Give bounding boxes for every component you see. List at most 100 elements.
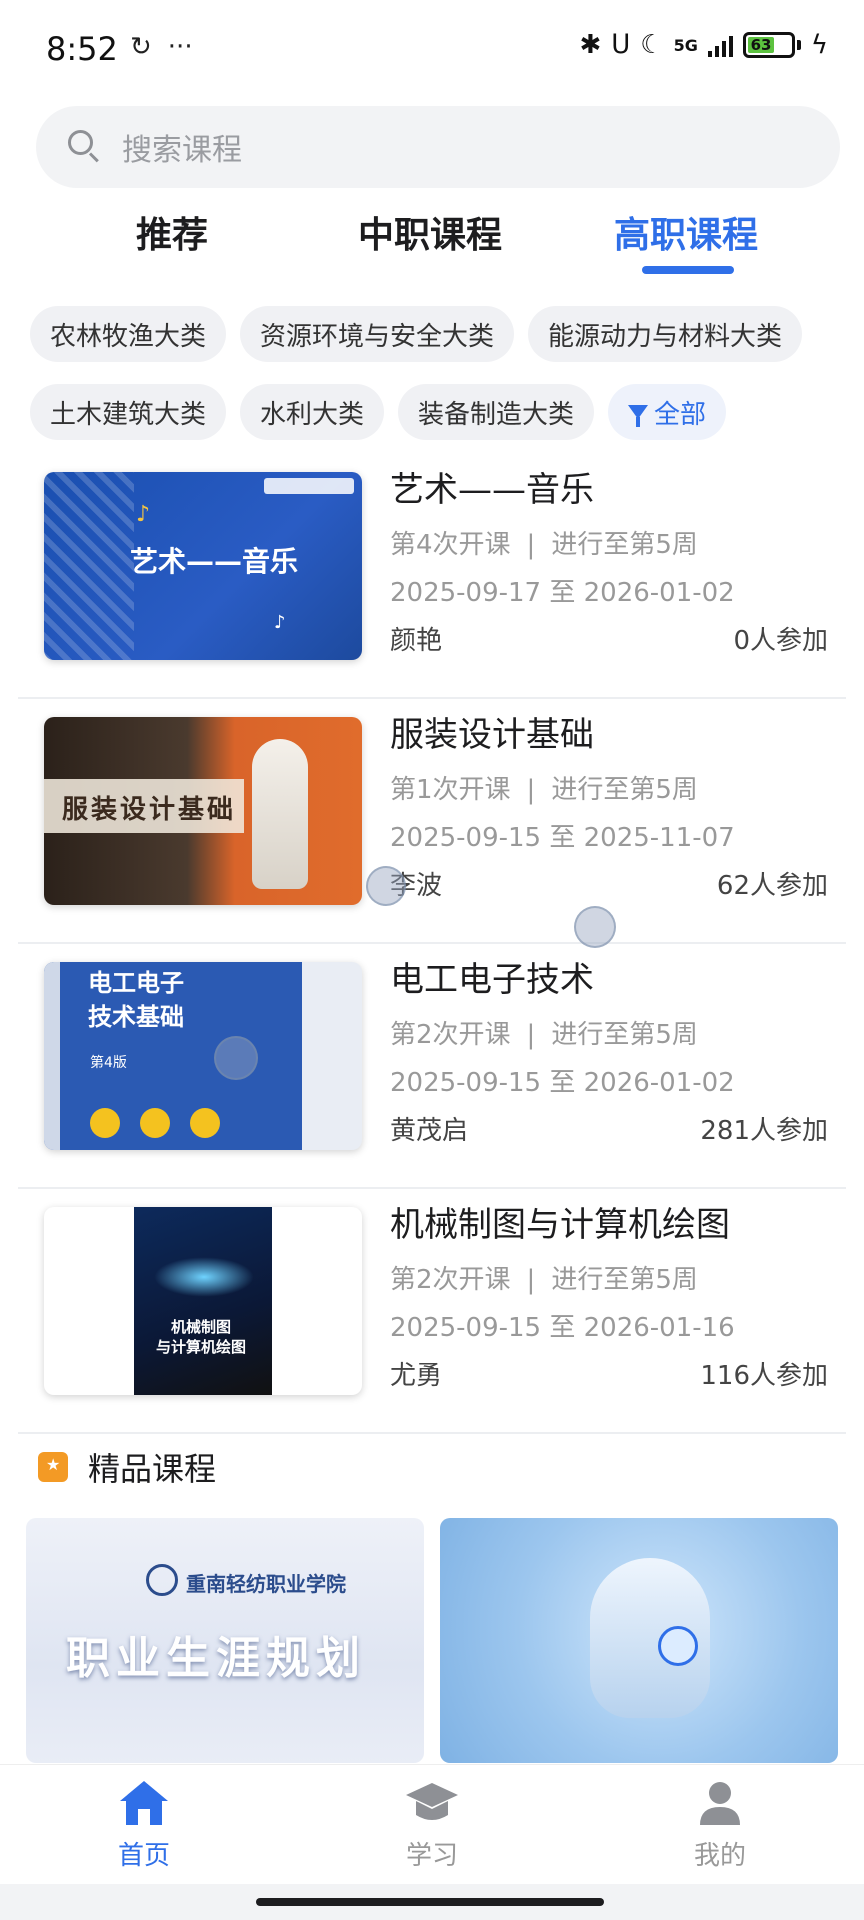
signal-icon	[707, 33, 733, 57]
course-tabs: 推荐 中职课程 高职课程	[0, 206, 864, 286]
badge-icon	[190, 1108, 220, 1138]
quality-card-title: 职业生涯规划	[66, 1633, 366, 1684]
course-list: 艺术——音乐 ♪ ♪ 艺术——音乐 第4次开课 | 进行至第5周 2025-09-1…	[18, 454, 846, 1434]
earbuds-icon: ᑌ	[611, 30, 631, 60]
search-placeholder: 搜索课程	[122, 133, 242, 168]
course-participants: 116人参加	[700, 1361, 828, 1391]
tab-recommend[interactable]: 推荐	[136, 206, 208, 258]
filter-icon	[628, 405, 649, 427]
bottom-nav: 首页 学习 我的	[0, 1764, 864, 1884]
bluetooth-icon: ✱	[579, 30, 602, 60]
home-indicator[interactable]	[256, 1898, 604, 1906]
user-icon	[700, 1782, 740, 1825]
course-teacher: 尤勇	[390, 1361, 443, 1391]
nav-mine-label: 我的	[693, 1841, 746, 1871]
school-logo-badge	[264, 478, 354, 494]
music-note-icon: ♪	[136, 502, 151, 527]
course-dates: 2025-09-15 至 2026-01-02	[390, 1068, 735, 1098]
course-meta: 第2次开课 | 进行至第5周	[390, 1265, 698, 1295]
course-dates: 2025-09-15 至 2026-01-16	[390, 1313, 735, 1343]
course-teacher: 黄茂启	[390, 1116, 469, 1146]
school-logo-icon	[146, 1564, 178, 1596]
thumb-title: 艺术——音乐	[130, 545, 299, 578]
star-badge-icon	[38, 1452, 68, 1482]
chip-agriculture[interactable]: 农林牧渔大类	[30, 306, 227, 362]
course-progress: 进行至第5周	[551, 530, 698, 560]
course-item[interactable]: 电工电子 技术基础 第4版 电工电子技术 第2次开课 | 进行至第5周 2025-0…	[18, 944, 846, 1189]
course-meta: 第1次开课 | 进行至第5周	[390, 775, 698, 805]
course-thumbnail: 机械制图 与计算机绘图	[44, 1207, 362, 1395]
thumb-title: 机械制图 与计算机绘图	[156, 1318, 247, 1356]
chip-resources-environment[interactable]: 资源环境与安全大类	[240, 306, 515, 362]
nav-mine[interactable]: 我的	[576, 1765, 864, 1884]
nav-home[interactable]: 首页	[0, 1765, 288, 1884]
status-left-icons: ↻ ···	[130, 32, 193, 62]
quality-section-header: 精品课程	[38, 1444, 216, 1490]
course-item[interactable]: 机械制图 与计算机绘图 机械制图与计算机绘图 第2次开课 | 进行至第5周 2025…	[18, 1189, 846, 1434]
course-session: 第1次开课	[390, 775, 511, 805]
moon-icon: ☾	[640, 30, 664, 60]
charging-icon: ϟ	[810, 30, 828, 60]
quality-section-title: 精品课程	[88, 1450, 217, 1488]
quality-cards: 重南轻纺职业学院 职业生涯规划	[26, 1518, 838, 1763]
course-participants: 62人参加	[716, 871, 828, 901]
nav-study-label: 学习	[405, 1841, 458, 1871]
course-participants: 0人参加	[733, 626, 828, 656]
nav-home-label: 首页	[117, 1841, 170, 1871]
music-decoration	[44, 472, 134, 660]
course-title: 艺术——音乐	[390, 470, 594, 510]
course-session: 第2次开课	[390, 1020, 511, 1050]
course-thumbnail: 服装设计基础	[44, 717, 362, 905]
course-item[interactable]: 艺术——音乐 ♪ ♪ 艺术——音乐 第4次开课 | 进行至第5周 2025-09-1…	[18, 454, 846, 699]
quality-card[interactable]: 重南轻纺职业学院 职业生涯规划	[26, 1518, 424, 1763]
thumb-edition: 第4版	[90, 1055, 127, 1071]
course-participants: 281人参加	[700, 1116, 828, 1146]
course-title: 机械制图与计算机绘图	[390, 1205, 730, 1245]
music-note-icon: ♪	[274, 612, 286, 633]
tab-secondary-vocational[interactable]: 中职课程	[358, 206, 502, 258]
light-beam-image	[154, 1257, 254, 1297]
book-cover: 机械制图 与计算机绘图	[134, 1207, 272, 1395]
touch-indicator	[366, 866, 406, 906]
tab-active-indicator	[642, 266, 734, 274]
course-progress: 进行至第5周	[551, 1020, 698, 1050]
course-progress: 进行至第5周	[551, 775, 698, 805]
course-title: 电工电子技术	[390, 960, 594, 1000]
search-bar[interactable]: 搜索课程	[36, 106, 840, 188]
chip-water-conservancy[interactable]: 水利大类	[240, 384, 385, 440]
touch-indicator	[574, 906, 616, 948]
course-meta: 第4次开课 | 进行至第5周	[390, 530, 698, 560]
course-thumbnail: 电工电子 技术基础 第4版	[44, 962, 362, 1150]
battery-level: 63	[747, 36, 775, 54]
status-time: 8:52	[46, 30, 118, 68]
tab-higher-vocational[interactable]: 高职课程	[614, 206, 758, 258]
thumb-title: 电工电子 技术基础	[88, 969, 184, 1031]
home-icon	[120, 1781, 168, 1825]
course-thumbnail: 艺术——音乐 ♪ ♪	[44, 472, 362, 660]
robot-ear-icon	[658, 1626, 698, 1666]
sync-icon: ↻	[130, 32, 152, 62]
battery-icon: 63	[742, 32, 801, 58]
course-session: 第4次开课	[390, 530, 511, 560]
course-teacher: 颜艳	[390, 626, 443, 656]
search-icon	[68, 130, 102, 164]
more-dots-icon: ···	[167, 32, 193, 62]
graduation-cap-icon	[406, 1783, 458, 1820]
course-dates: 2025-09-15 至 2025-11-07	[390, 823, 735, 853]
chip-all[interactable]: 全部	[608, 384, 727, 440]
chip-civil-engineering[interactable]: 土木建筑大类	[30, 384, 227, 440]
chip-energy-materials[interactable]: 能源动力与材料大类	[528, 306, 803, 362]
badge-icon	[90, 1108, 120, 1138]
course-item[interactable]: 服装设计基础 服装设计基础 第1次开课 | 进行至第5周 2025-09-15 至 …	[18, 699, 846, 944]
category-chips: 农林牧渔大类 资源环境与安全大类 能源动力与材料大类 土木建筑大类 水利大类 装…	[30, 306, 850, 462]
mannequin-image	[252, 739, 308, 889]
book-spine	[44, 962, 60, 1150]
chip-equipment-manufacturing[interactable]: 装备制造大类	[398, 384, 595, 440]
course-session: 第2次开课	[390, 1265, 511, 1295]
touch-indicator	[214, 1036, 258, 1080]
status-bar: 8:52 ↻ ··· ✱ ᑌ ☾ 5G 63 ϟ	[0, 0, 864, 100]
course-dates: 2025-09-17 至 2026-01-02	[390, 578, 735, 608]
badge-icon	[140, 1108, 170, 1138]
quality-card[interactable]	[440, 1518, 838, 1763]
nav-study[interactable]: 学习	[288, 1765, 576, 1884]
